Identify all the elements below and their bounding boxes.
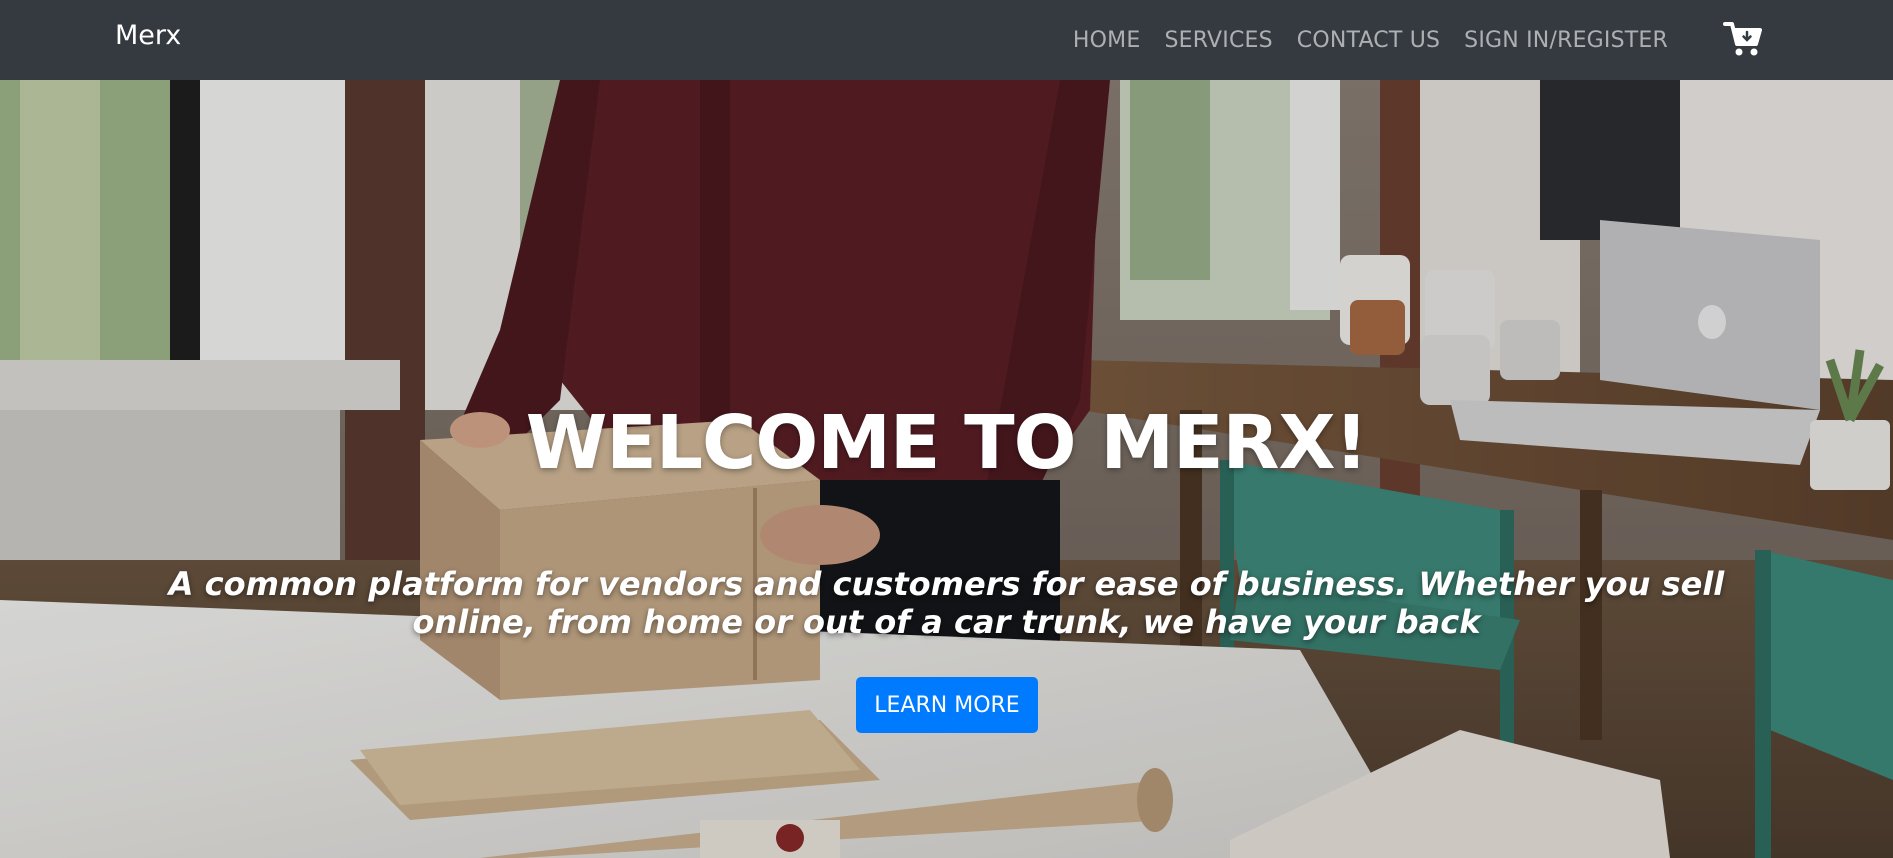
- nav-links: HOME SERVICES CONTACT US SIGN IN/REGISTE…: [1049, 0, 1668, 80]
- nav-link-home[interactable]: HOME: [1073, 28, 1141, 53]
- nav-link-sign-in-register[interactable]: SIGN IN/REGISTER: [1464, 28, 1668, 53]
- learn-more-button[interactable]: LEARN MORE: [856, 677, 1038, 733]
- brand-logo-link[interactable]: Merx: [115, 20, 181, 51]
- nav-link-services[interactable]: SERVICES: [1164, 28, 1272, 53]
- nav-link-contact-us[interactable]: CONTACT US: [1297, 28, 1440, 53]
- shopping-cart-icon[interactable]: [1723, 20, 1763, 58]
- hero-section: WELCOME TO MERX! A common platform for v…: [0, 80, 1893, 858]
- hero-subtitle: A common platform for vendors and custom…: [168, 565, 1725, 641]
- hero-title: WELCOME TO MERX!: [525, 400, 1369, 486]
- top-navbar: Merx HOME SERVICES CONTACT US SIGN IN/RE…: [0, 0, 1893, 80]
